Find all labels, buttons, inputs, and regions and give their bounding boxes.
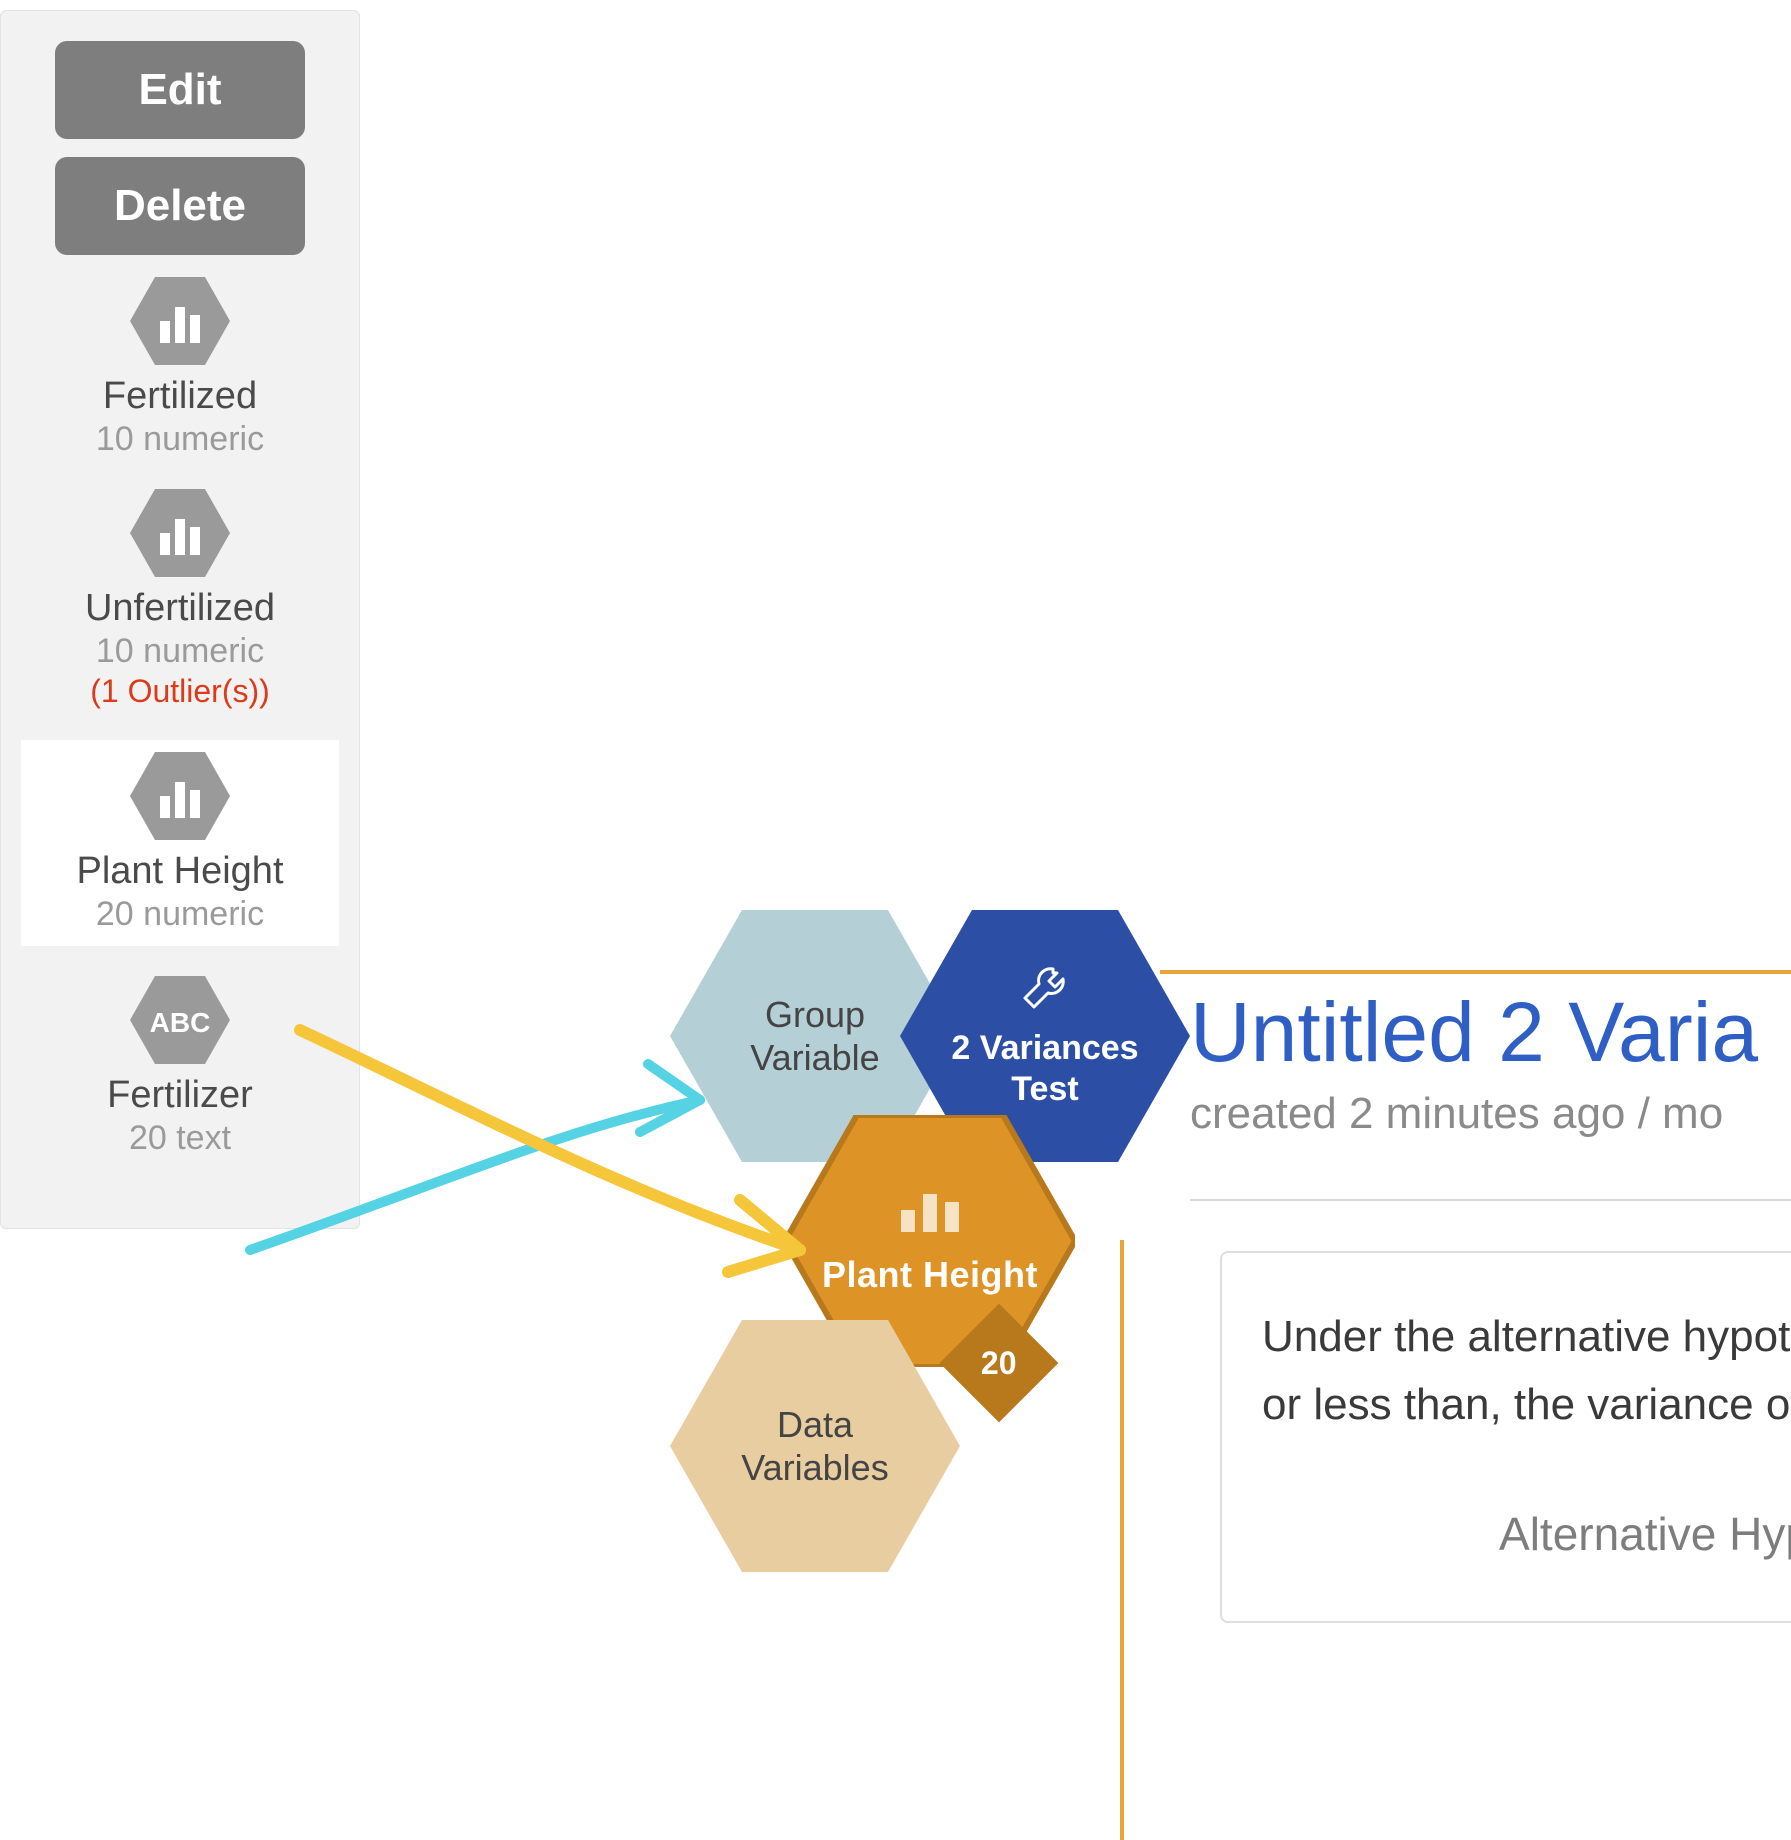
hex-label: Test [951,1069,1138,1110]
wrench-icon [1021,963,1069,1020]
analysis-title[interactable]: Untitled 2 Varia [1190,984,1791,1081]
hex-label: Group [750,993,879,1036]
variable-item[interactable]: Unfertilized 10 numeric (1 Outlier(s)) [21,489,339,710]
variable-type: 20 numeric [21,895,339,934]
hypothesis-text: or less than, the variance of po [1262,1371,1791,1439]
variable-item[interactable]: Plant Height 20 numeric [21,740,339,946]
abc-icon: ABC [130,976,230,1064]
chart-icon [895,1186,965,1245]
chart-icon [130,489,230,577]
variable-sidebar: Edit Delete Fertilized 10 numeric Unfert… [0,10,360,1229]
variable-type: 10 numeric [21,420,339,459]
svg-text:ABC: ABC [150,1007,211,1038]
variable-name: Plant Height [21,850,339,893]
delete-button[interactable]: Delete [55,157,305,255]
chart-icon [130,277,230,365]
hex-label: Variable [750,1036,879,1079]
variable-item[interactable]: ABC Fertilizer 20 text [21,976,339,1158]
divider-line [1120,1240,1124,1840]
variable-name: Fertilized [21,375,339,418]
hex-data-variables[interactable]: Data Variables [670,1320,960,1572]
edit-button[interactable]: Edit [55,41,305,139]
hex-label: Variables [741,1446,888,1489]
variable-item[interactable]: Fertilized 10 numeric [21,277,339,459]
variable-name: Fertilizer [21,1074,339,1117]
analysis-panel: Untitled 2 Varia created 2 minutes ago /… [1160,970,1791,1623]
chart-icon [130,752,230,840]
variable-outlier-warning: (1 Outlier(s)) [21,673,339,710]
hex-label: 2 Variances [951,1028,1138,1069]
analysis-timestamp: created 2 minutes ago / mo [1190,1089,1791,1139]
hypothesis-subheading: Alternative Hyp [1262,1499,1791,1570]
hex-label: Plant Height [822,1253,1038,1296]
hypothesis-text: Under the alternative hypothes [1262,1303,1791,1371]
variable-type: 20 text [21,1119,339,1158]
hypothesis-box: Under the alternative hypothes or less t… [1220,1251,1791,1623]
variable-type: 10 numeric [21,632,339,671]
hex-label: Data [741,1403,888,1446]
variable-name: Unfertilized [21,587,339,630]
divider [1190,1199,1791,1201]
